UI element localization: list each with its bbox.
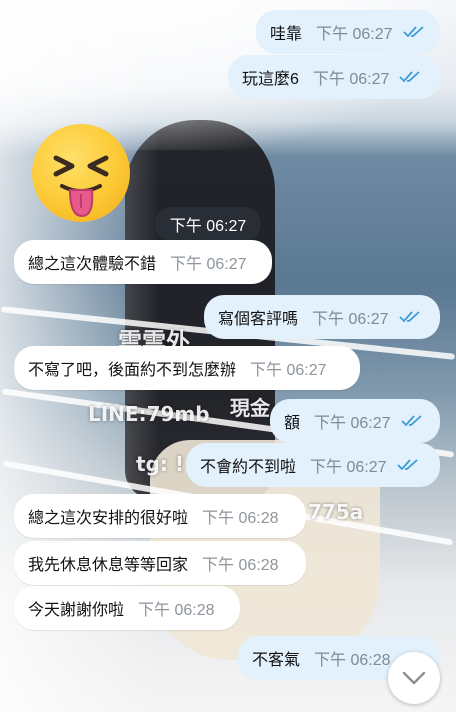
message-text: 不客氣 <box>252 652 301 669</box>
message-time: 下午 06:28 <box>202 557 279 574</box>
message-text: 玩這麼6 <box>242 71 299 88</box>
incoming-message[interactable]: 我先休息休息等等回家 下午 06:28 <box>14 541 306 585</box>
message-time: 下午 06:28 <box>138 602 215 619</box>
tongue-out-face-emoji[interactable] <box>32 124 130 222</box>
message-time: 下午 06:27 <box>316 26 393 43</box>
message-text: 哇靠 <box>270 26 303 43</box>
message-time: 下午 06:27 <box>170 256 247 273</box>
message-text: 總之這次安排的很好啦 <box>28 510 189 527</box>
message-time: 下午 06:27 <box>314 415 391 432</box>
watermark-text: 現金 <box>230 396 270 420</box>
message-text: 寫個客評嗎 <box>218 311 299 328</box>
message-time: 下午 06:27 <box>312 71 390 88</box>
message-time: 下午 06:27 <box>250 362 327 379</box>
read-ticks-icon <box>396 459 418 471</box>
chevron-down-icon <box>402 671 426 685</box>
watermark-text: LINE:79mb <box>88 402 210 426</box>
read-ticks-icon <box>399 71 421 83</box>
outgoing-message[interactable]: 玩這麼6 下午 06:27 <box>228 55 440 99</box>
read-ticks-icon <box>402 26 424 38</box>
message-text: 總之這次體驗不錯 <box>28 256 157 273</box>
message-text: 額 <box>284 415 301 432</box>
message-text: 不會約不到啦 <box>200 459 297 476</box>
incoming-message[interactable]: 今天謝謝你啦 下午 06:28 <box>14 586 240 630</box>
outgoing-message[interactable]: 不會約不到啦 下午 06:27 <box>186 443 440 487</box>
message-time: 下午 06:28 <box>202 510 279 527</box>
read-ticks-icon <box>400 415 422 427</box>
watermark-text: 775a <box>308 500 364 524</box>
tongue-out-face-icon <box>53 155 109 218</box>
scroll-to-bottom-button[interactable] <box>388 652 440 704</box>
watermark-text: tg: ! <box>136 452 184 476</box>
message-text: 我先休息休息等等回家 <box>28 557 189 574</box>
sticker-time: 下午 06:27 <box>155 207 261 241</box>
message-text: 今天謝謝你啦 <box>28 602 125 619</box>
outgoing-message[interactable]: 額 下午 06:27 <box>270 399 440 443</box>
incoming-message[interactable]: 總之這次體驗不錯 下午 06:27 <box>14 240 272 284</box>
message-time: 下午 06:27 <box>312 311 389 328</box>
message-time: 下午 06:28 <box>314 652 391 669</box>
message-text: 不寫了吧，後面約不到怎麼辦 <box>28 362 237 379</box>
outgoing-message[interactable]: 哇靠 下午 06:27 <box>256 10 440 54</box>
incoming-message[interactable]: 總之這次安排的很好啦 下午 06:28 <box>14 494 306 538</box>
incoming-message[interactable]: 不寫了吧，後面約不到怎麼辦 下午 06:27 <box>14 346 360 390</box>
outgoing-message[interactable]: 寫個客評嗎 下午 06:27 <box>204 295 440 339</box>
read-ticks-icon <box>398 311 420 323</box>
message-time: 下午 06:27 <box>310 459 387 476</box>
